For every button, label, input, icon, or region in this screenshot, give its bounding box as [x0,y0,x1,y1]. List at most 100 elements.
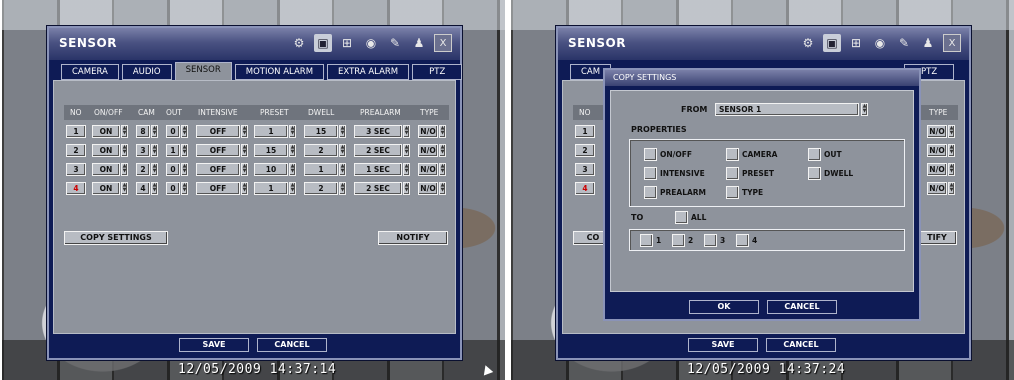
camera-icon[interactable]: ▣ [314,34,332,52]
copy-settings-button[interactable]: COPY SETTINGS [64,231,168,245]
spinner-dwell-icon[interactable]: ▲ ▼ [339,125,346,138]
cancel-button[interactable]: CANCEL [766,338,836,352]
cell-intensive[interactable]: OFF [196,182,240,195]
checkbox-target-3[interactable] [704,234,717,247]
notify-button[interactable]: NOTIFY [378,231,448,245]
spinner-type-icon[interactable]: ▲ ▼ [948,182,955,195]
cell-prealarm[interactable]: 2 SEC [354,182,402,195]
cell-preset[interactable]: 10 [254,163,288,176]
spinner-type-icon[interactable]: ▲ ▼ [948,144,955,157]
cell-type[interactable]: N/O [418,144,438,157]
cell-cam[interactable]: 2 [136,163,150,176]
cell-out[interactable]: 1 [166,144,180,157]
gear-icon[interactable]: ⚙ [799,34,817,52]
checkbox-dwell[interactable] [808,167,821,180]
tab-extra-alarm[interactable]: EXTRA ALARM [327,64,410,80]
spinner-out-icon[interactable]: ▲ ▼ [181,182,188,195]
from-spinner-icon[interactable]: ▲ ▼ [861,103,868,116]
checkbox-target-2[interactable] [672,234,685,247]
tab-ptz[interactable]: PTZ [412,64,463,80]
cell-type[interactable]: N/O [927,163,947,176]
cell-prealarm[interactable]: 1 SEC [354,163,402,176]
spinner-cam-icon[interactable]: ▲ ▼ [151,182,158,195]
spinner-preset-icon[interactable]: ▲ ▼ [289,144,296,157]
user-icon[interactable]: ♟ [919,34,937,52]
spinner-dwell-icon[interactable]: ▲ ▼ [339,144,346,157]
cell-type[interactable]: N/O [418,163,438,176]
disk-icon[interactable]: ◉ [362,34,380,52]
spinner-prealarm-icon[interactable]: ▲ ▼ [403,163,410,176]
cell-type[interactable]: N/O [418,125,438,138]
cell-type[interactable]: N/O [927,182,947,195]
from-select[interactable]: SENSOR 1 [715,103,859,116]
spinner-intensive-icon[interactable]: ▲ ▼ [241,163,248,176]
cell-onoff[interactable]: ON [92,125,120,138]
spinner-preset-icon[interactable]: ▲ ▼ [289,125,296,138]
spinner-prealarm-icon[interactable]: ▲ ▼ [403,144,410,157]
cell-cam[interactable]: 4 [136,182,150,195]
cell-type[interactable]: N/O [927,125,947,138]
cell-dwell[interactable]: 15 [304,125,338,138]
user-icon[interactable]: ♟ [410,34,428,52]
tab-camera[interactable]: CAMERA [61,64,119,80]
cell-dwell[interactable]: 2 [304,144,338,157]
spinner-type-icon[interactable]: ▲ ▼ [439,163,446,176]
close-icon[interactable]: X [943,34,961,52]
spinner-type-icon[interactable]: ▲ ▼ [439,144,446,157]
cell-prealarm[interactable]: 2 SEC [354,144,402,157]
cell-onoff[interactable]: ON [92,144,120,157]
checkbox-all[interactable] [675,211,688,224]
checkbox-out[interactable] [808,148,821,161]
spinner-out-icon[interactable]: ▲ ▼ [181,125,188,138]
spinner-type-icon[interactable]: ▲ ▼ [439,182,446,195]
close-icon[interactable]: X [434,34,452,52]
spinner-dwell-icon[interactable]: ▲ ▼ [339,182,346,195]
checkbox-onoff[interactable] [644,148,657,161]
network-icon[interactable]: ⊞ [847,34,865,52]
gear-icon[interactable]: ⚙ [290,34,308,52]
spinner-onoff-icon[interactable]: ▲ ▼ [121,144,128,157]
backup-icon[interactable]: ✎ [895,34,913,52]
save-button[interactable]: SAVE [179,338,249,352]
cell-intensive[interactable]: OFF [196,144,240,157]
cell-dwell[interactable]: 2 [304,182,338,195]
network-icon[interactable]: ⊞ [338,34,356,52]
spinner-cam-icon[interactable]: ▲ ▼ [151,144,158,157]
cell-preset[interactable]: 1 [254,182,288,195]
cell-type[interactable]: N/O [927,144,947,157]
camera-icon[interactable]: ▣ [823,34,841,52]
spinner-onoff-icon[interactable]: ▲ ▼ [121,163,128,176]
cell-onoff[interactable]: ON [92,182,120,195]
dialog-cancel-button[interactable]: CANCEL [767,300,837,314]
cell-out[interactable]: 0 [166,125,180,138]
spinner-onoff-icon[interactable]: ▲ ▼ [121,182,128,195]
cell-type[interactable]: N/O [418,182,438,195]
spinner-dwell-icon[interactable]: ▲ ▼ [339,163,346,176]
spinner-cam-icon[interactable]: ▲ ▼ [151,125,158,138]
cell-onoff[interactable]: ON [92,163,120,176]
spinner-preset-icon[interactable]: ▲ ▼ [289,182,296,195]
spinner-out-icon[interactable]: ▲ ▼ [181,163,188,176]
checkbox-preset[interactable] [726,167,739,180]
cell-intensive[interactable]: OFF [196,163,240,176]
tab-sensor[interactable]: SENSOR [174,62,232,80]
spinner-out-icon[interactable]: ▲ ▼ [181,144,188,157]
spinner-prealarm-icon[interactable]: ▲ ▼ [403,182,410,195]
spinner-intensive-icon[interactable]: ▲ ▼ [241,182,248,195]
checkbox-target-4[interactable] [736,234,749,247]
cell-intensive[interactable]: OFF [196,125,240,138]
spinner-type-icon[interactable]: ▲ ▼ [948,163,955,176]
spinner-cam-icon[interactable]: ▲ ▼ [151,163,158,176]
checkbox-prealarm[interactable] [644,186,657,199]
tab-audio[interactable]: AUDIO [121,64,172,80]
checkbox-target-1[interactable] [640,234,653,247]
ok-button[interactable]: OK [689,300,759,314]
cell-out[interactable]: 0 [166,163,180,176]
spinner-intensive-icon[interactable]: ▲ ▼ [241,144,248,157]
cell-dwell[interactable]: 1 [304,163,338,176]
cell-out[interactable]: 0 [166,182,180,195]
checkbox-intensive[interactable] [644,167,657,180]
cell-preset[interactable]: 15 [254,144,288,157]
spinner-intensive-icon[interactable]: ▲ ▼ [241,125,248,138]
spinner-preset-icon[interactable]: ▲ ▼ [289,163,296,176]
